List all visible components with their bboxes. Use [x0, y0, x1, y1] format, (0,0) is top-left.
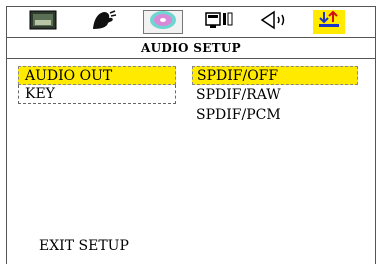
option-spdif-raw[interactable]: SPDIF/RAW — [192, 86, 358, 105]
menu-item-audio-out[interactable]: AUDIO OUT — [18, 66, 176, 85]
menu-item-key[interactable]: KEY — [18, 85, 176, 104]
tab-disc[interactable] — [143, 10, 183, 34]
updown-arrows-icon — [316, 10, 342, 34]
speaker-icon — [258, 10, 290, 34]
face-icon — [90, 9, 118, 35]
setup-menu: AUDIO OUT KEY — [18, 66, 178, 104]
tab-preference[interactable] — [313, 10, 345, 34]
tab-general[interactable] — [26, 10, 60, 34]
setup-window: AUDIO SETUP AUDIO OUT KEY SPDIF/OFF SPDI… — [6, 6, 376, 264]
option-list: SPDIF/OFF SPDIF/RAW SPDIF/PCM — [192, 66, 358, 126]
exit-setup-button[interactable]: EXIT SETUP — [39, 238, 129, 254]
option-spdif-off[interactable]: SPDIF/OFF — [192, 66, 358, 85]
monitor-icon — [29, 10, 57, 34]
tab-video[interactable] — [87, 10, 121, 34]
speaker-box-icon — [204, 10, 234, 34]
tab-speaker-setup[interactable] — [202, 10, 236, 34]
page-title: AUDIO SETUP — [7, 38, 375, 59]
tab-audio[interactable] — [257, 10, 291, 34]
option-spdif-pcm[interactable]: SPDIF/PCM — [192, 106, 358, 125]
disc-icon — [148, 10, 178, 34]
icon-toolbar — [7, 7, 375, 38]
